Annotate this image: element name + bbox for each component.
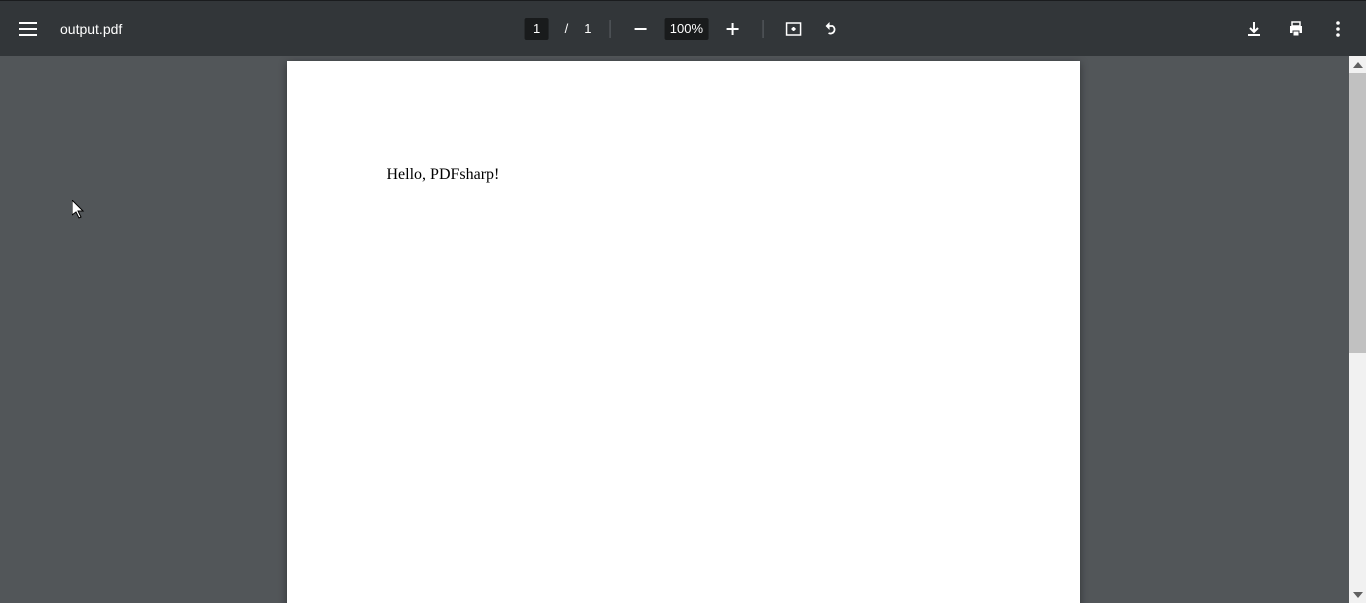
vertical-scrollbar[interactable] <box>1349 56 1366 603</box>
fit-page-icon <box>783 19 803 39</box>
pdf-page: Hello, PDFsharp! <box>287 61 1080 603</box>
toolbar: output.pdf / 1 <box>0 0 1366 56</box>
pdf-content-text: Hello, PDFsharp! <box>387 166 500 184</box>
plus-icon <box>724 21 740 37</box>
page-total: 1 <box>584 21 591 36</box>
zoom-level-input[interactable] <box>664 18 708 40</box>
scrollbar-up-arrow[interactable] <box>1349 56 1366 73</box>
page-number-input[interactable] <box>525 18 549 40</box>
download-button[interactable] <box>1242 17 1266 41</box>
zoom-out-button[interactable] <box>628 17 652 41</box>
hamburger-icon <box>19 20 37 38</box>
rotate-button[interactable] <box>817 17 841 41</box>
toolbar-center: / 1 <box>525 17 842 41</box>
print-icon <box>1287 20 1305 38</box>
toolbar-right <box>1242 17 1350 41</box>
divider <box>609 20 610 38</box>
more-vert-icon <box>1329 20 1347 38</box>
download-icon <box>1245 20 1263 38</box>
more-options-button[interactable] <box>1326 17 1350 41</box>
menu-button[interactable] <box>16 17 40 41</box>
zoom-in-button[interactable] <box>720 17 744 41</box>
chevron-up-icon <box>1353 62 1363 68</box>
toolbar-left: output.pdf <box>16 17 122 41</box>
filename-label: output.pdf <box>60 21 122 37</box>
scrollbar-down-arrow[interactable] <box>1349 586 1366 603</box>
scrollbar-thumb[interactable] <box>1349 73 1366 353</box>
minus-icon <box>632 21 648 37</box>
divider <box>762 20 763 38</box>
viewer-area[interactable]: Hello, PDFsharp! <box>0 56 1366 603</box>
page-separator: / <box>565 21 569 36</box>
rotate-icon <box>819 19 839 39</box>
fit-page-button[interactable] <box>781 17 805 41</box>
print-button[interactable] <box>1284 17 1308 41</box>
chevron-down-icon <box>1353 592 1363 598</box>
